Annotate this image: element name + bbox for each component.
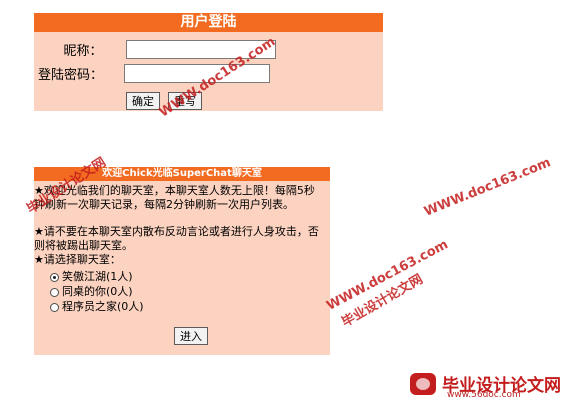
password-label: 登陆密码：	[38, 68, 104, 83]
password-row: 登陆密码：	[38, 64, 270, 83]
room-option-3[interactable]: 程序员之家(0人)	[50, 300, 144, 314]
nickname-input[interactable]	[126, 40, 276, 59]
login-title: 用户登陆	[34, 13, 383, 32]
reset-button[interactable]: 重写	[168, 92, 202, 110]
confirm-button[interactable]: 确定	[126, 92, 160, 110]
logo-url: www.56doc.com	[447, 390, 521, 400]
chatroom-title: 欢迎Chick光临SuperChat聊天室	[34, 167, 330, 181]
login-actions: 确定 重写	[126, 92, 202, 110]
room-option-label: 同桌的你(0人)	[62, 285, 133, 298]
rules-text: ★请不要在本聊天室内散布反动言论或者进行人身攻击，否则将被踢出聊天室。	[34, 225, 319, 252]
nickname-row: 昵称：	[40, 40, 276, 59]
enter-button[interactable]: 进入	[174, 327, 208, 345]
room-option-1[interactable]: 笑傲江湖(1人)	[50, 270, 133, 284]
room-option-2[interactable]: 同桌的你(0人)	[50, 285, 133, 299]
room-option-label: 程序员之家(0人)	[62, 300, 144, 313]
watermark-url: WWW.doc163.com	[324, 237, 451, 314]
watermark-url: WWW.doc163.com	[422, 155, 553, 220]
radio-selected-icon[interactable]	[50, 272, 59, 282]
choose-room-label: ★请选择聊天室：	[34, 253, 121, 266]
room-option-label: 笑傲江湖(1人)	[62, 270, 133, 283]
password-input[interactable]	[124, 64, 270, 83]
login-panel: 用户登陆 昵称： 登陆密码： 确定 重写	[34, 13, 383, 111]
chatroom-panel: 欢迎Chick光临SuperChat聊天室 ★欢迎光临我们的聊天室，本聊天室人数…	[34, 167, 330, 355]
watermark-site-name: 毕业设计论文网	[339, 271, 426, 331]
radio-icon[interactable]	[50, 287, 59, 297]
nickname-label: 昵称：	[63, 44, 103, 59]
radio-icon[interactable]	[50, 302, 59, 312]
logo-icon	[410, 372, 436, 395]
welcome-text: ★欢迎光临我们的聊天室，本聊天室人数无上限！每隔5秒钟刷新一次聊天记录，每隔2分…	[34, 184, 315, 211]
